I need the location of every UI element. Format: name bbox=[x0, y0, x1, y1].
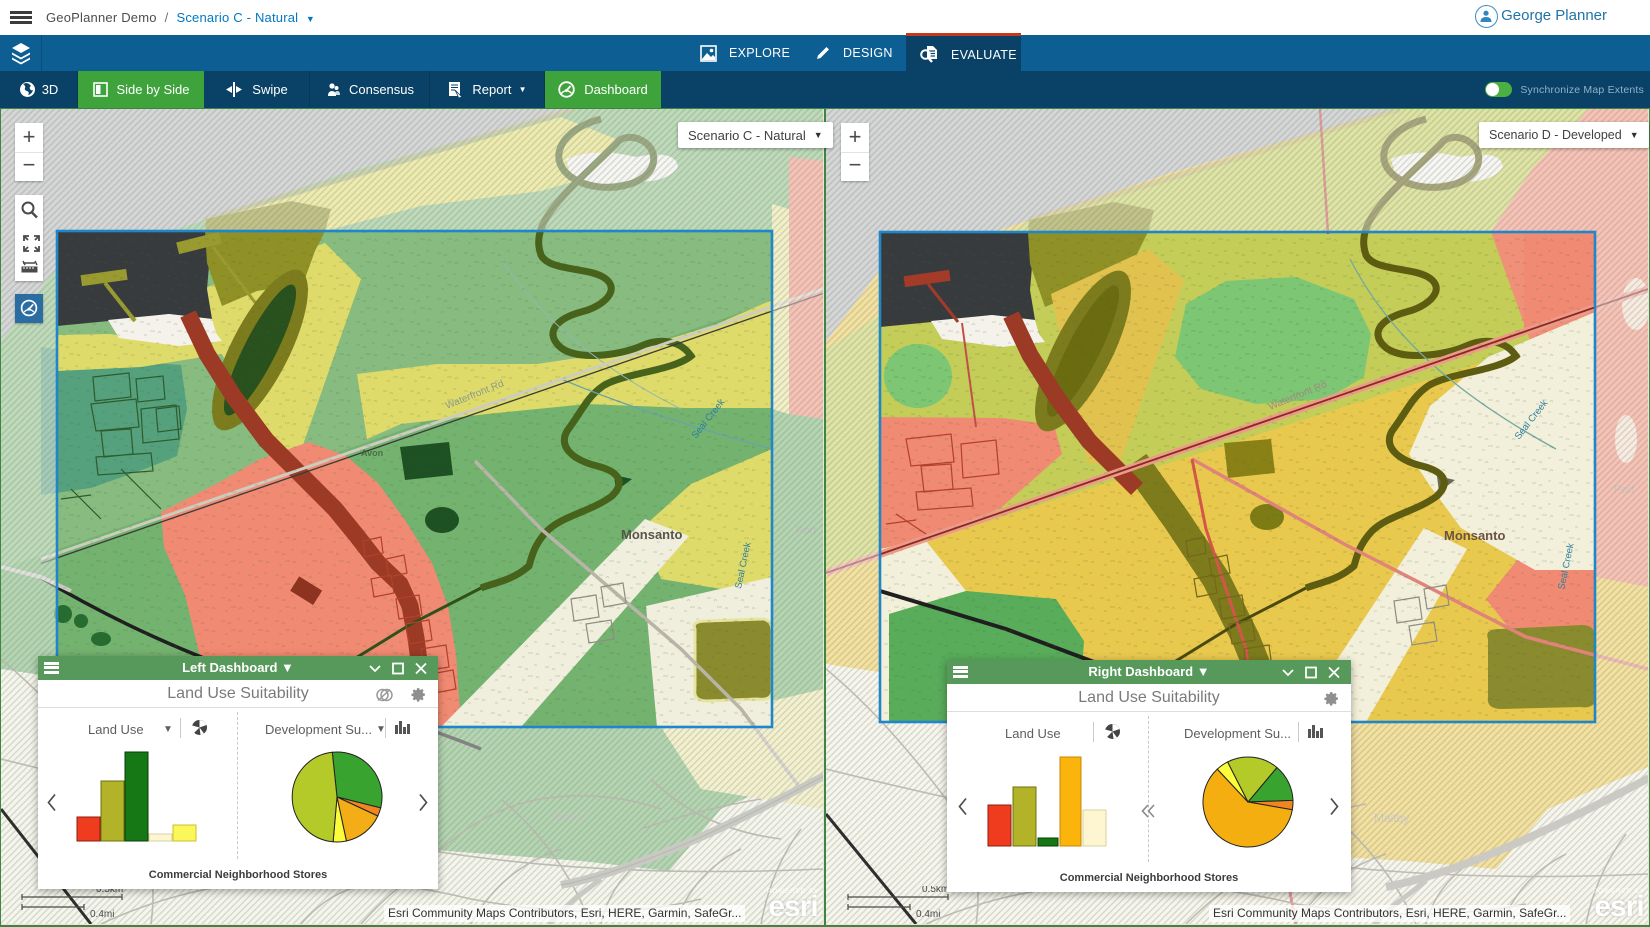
svg-text:Monsanto: Monsanto bbox=[1444, 528, 1505, 543]
svg-text:0.4mi: 0.4mi bbox=[90, 909, 114, 920]
svg-text:Monsanto: Monsanto bbox=[621, 527, 682, 542]
svg-text:Avon: Avon bbox=[361, 448, 383, 458]
svg-text:0.4mi: 0.4mi bbox=[916, 909, 940, 920]
svg-text:0.5km: 0.5km bbox=[922, 886, 949, 895]
